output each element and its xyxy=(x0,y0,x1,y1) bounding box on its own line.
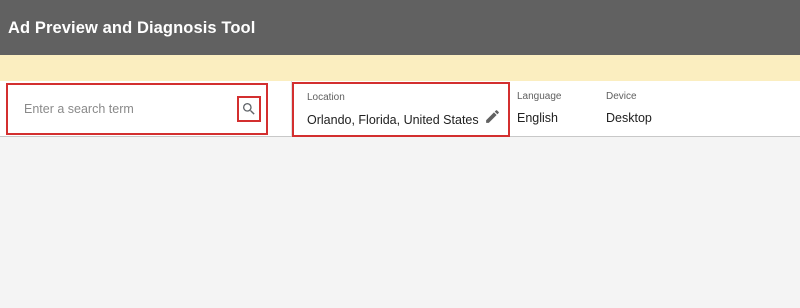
edit-location-button[interactable] xyxy=(482,106,502,126)
location-label: Location xyxy=(307,92,345,103)
device-label: Device xyxy=(606,91,637,102)
location-selector[interactable]: Location Orlando, Florida, United States xyxy=(292,82,510,137)
page-title: Ad Preview and Diagnosis Tool xyxy=(8,19,256,37)
language-value: English xyxy=(517,111,558,125)
app-header: Ad Preview and Diagnosis Tool xyxy=(0,0,800,55)
device-value: Desktop xyxy=(606,111,652,125)
search-box xyxy=(6,83,268,135)
language-selector[interactable]: Language English xyxy=(517,81,597,136)
notice-banner xyxy=(0,55,800,81)
preview-settings-bar: Location Orlando, Florida, United States… xyxy=(0,81,800,137)
location-value: Orlando, Florida, United States xyxy=(307,113,479,127)
search-input[interactable] xyxy=(24,85,224,133)
pencil-icon xyxy=(485,109,499,123)
device-selector[interactable]: Device Desktop xyxy=(606,81,686,136)
search-icon xyxy=(243,103,255,115)
results-area xyxy=(0,137,800,308)
search-button[interactable] xyxy=(237,96,261,122)
language-label: Language xyxy=(517,91,562,102)
